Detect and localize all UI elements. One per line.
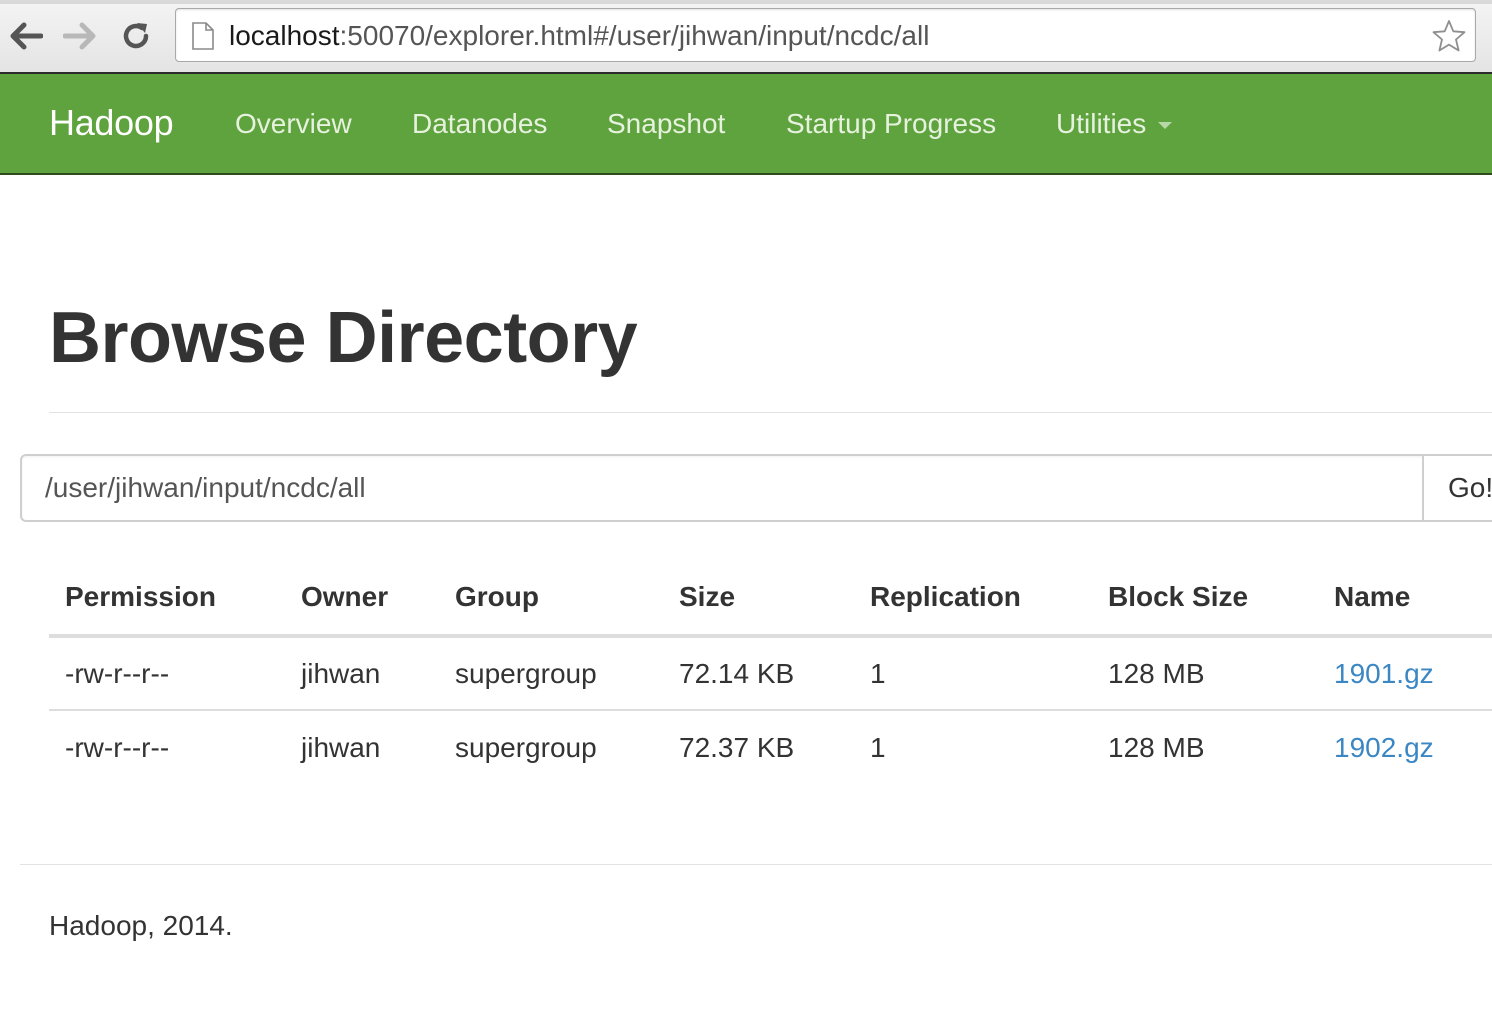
file-link[interactable]: 1902.gz — [1334, 732, 1434, 763]
table-header-row: Permission Owner Group Size Replication … — [49, 560, 1492, 638]
cell-name: 1901.gz — [1318, 636, 1492, 711]
top-navbar: Hadoop Overview Datanodes Snapshot Start… — [0, 74, 1492, 175]
url-host: localhost — [229, 20, 340, 51]
forward-arrow-icon — [63, 22, 96, 50]
cell-owner: jihwan — [301, 731, 381, 763]
file-table: Permission Owner Group Size Replication … — [49, 560, 1492, 784]
cell-block-size: 128 MB — [1108, 731, 1205, 763]
address-bar[interactable]: localhost:50070/explorer.html#/user/jihw… — [175, 8, 1476, 62]
column-header-permission: Permission — [49, 560, 285, 638]
nav-snapshot[interactable]: Snapshot — [607, 107, 725, 141]
url-path: :50070/explorer.html#/user/jihwan/input/… — [339, 20, 930, 51]
column-header-owner: Owner — [285, 560, 439, 638]
address-url[interactable]: localhost:50070/explorer.html#/user/jihw… — [229, 19, 929, 53]
footer-divider — [20, 864, 1492, 865]
cell-permission: -rw-r--r-- — [49, 636, 285, 711]
back-button[interactable] — [6, 14, 46, 58]
nav-utilities-dropdown[interactable]: Utilities — [1056, 107, 1146, 141]
nav-startup-progress[interactable]: Startup Progress — [786, 107, 996, 141]
forward-button[interactable] — [60, 14, 100, 58]
table-row: -rw-r--r-- jihwan supergroup 72.37 KB 1 … — [49, 710, 1492, 784]
footer-text: Hadoop, 2014. — [49, 910, 233, 941]
title-divider — [49, 412, 1492, 413]
column-header-replication: Replication — [854, 560, 1092, 638]
back-arrow-icon — [10, 22, 43, 50]
cell-permission: -rw-r--r-- — [65, 731, 170, 763]
file-link[interactable]: 1901.gz — [1334, 658, 1434, 689]
file-listing: Permission Owner Group Size Replication … — [49, 560, 1492, 784]
cell-replication: 1 — [854, 636, 1092, 711]
directory-path-input[interactable] — [20, 454, 1424, 522]
column-header-size: Size — [663, 560, 854, 638]
caret-down-icon — [1158, 122, 1172, 129]
star-icon[interactable] — [1431, 18, 1467, 54]
table-row: -rw-r--r-- jihwan supergroup 72.14 KB 1 … — [49, 636, 1492, 711]
page-title: Browse Directory — [49, 298, 638, 378]
cell-block-size: 128 MB — [1092, 636, 1318, 711]
reload-button[interactable] — [116, 14, 156, 58]
reload-icon — [123, 23, 149, 49]
cell-replication: 1 — [870, 731, 886, 763]
cell-group: supergroup — [439, 636, 663, 711]
go-button[interactable]: Go! — [1422, 454, 1492, 522]
cell-group: supergroup — [455, 731, 597, 763]
column-header-block-size: Block Size — [1092, 560, 1318, 638]
cell-size: 72.37 KB — [679, 731, 795, 763]
nav-datanodes[interactable]: Datanodes — [412, 107, 547, 141]
page-icon — [192, 22, 214, 50]
cell-size: 72.14 KB — [663, 636, 854, 711]
cell-owner: jihwan — [285, 636, 439, 711]
browser-toolbar: localhost:50070/explorer.html#/user/jihw… — [0, 0, 1492, 74]
column-header-group: Group — [439, 560, 663, 638]
nav-overview[interactable]: Overview — [235, 107, 352, 141]
navbar-brand[interactable]: Hadoop — [49, 103, 174, 143]
cell-name: 1902.gz — [1318, 710, 1492, 784]
column-header-name: Name — [1318, 560, 1492, 638]
tab-strip — [0, 0, 1492, 4]
path-input-group: Go! — [20, 454, 1492, 522]
